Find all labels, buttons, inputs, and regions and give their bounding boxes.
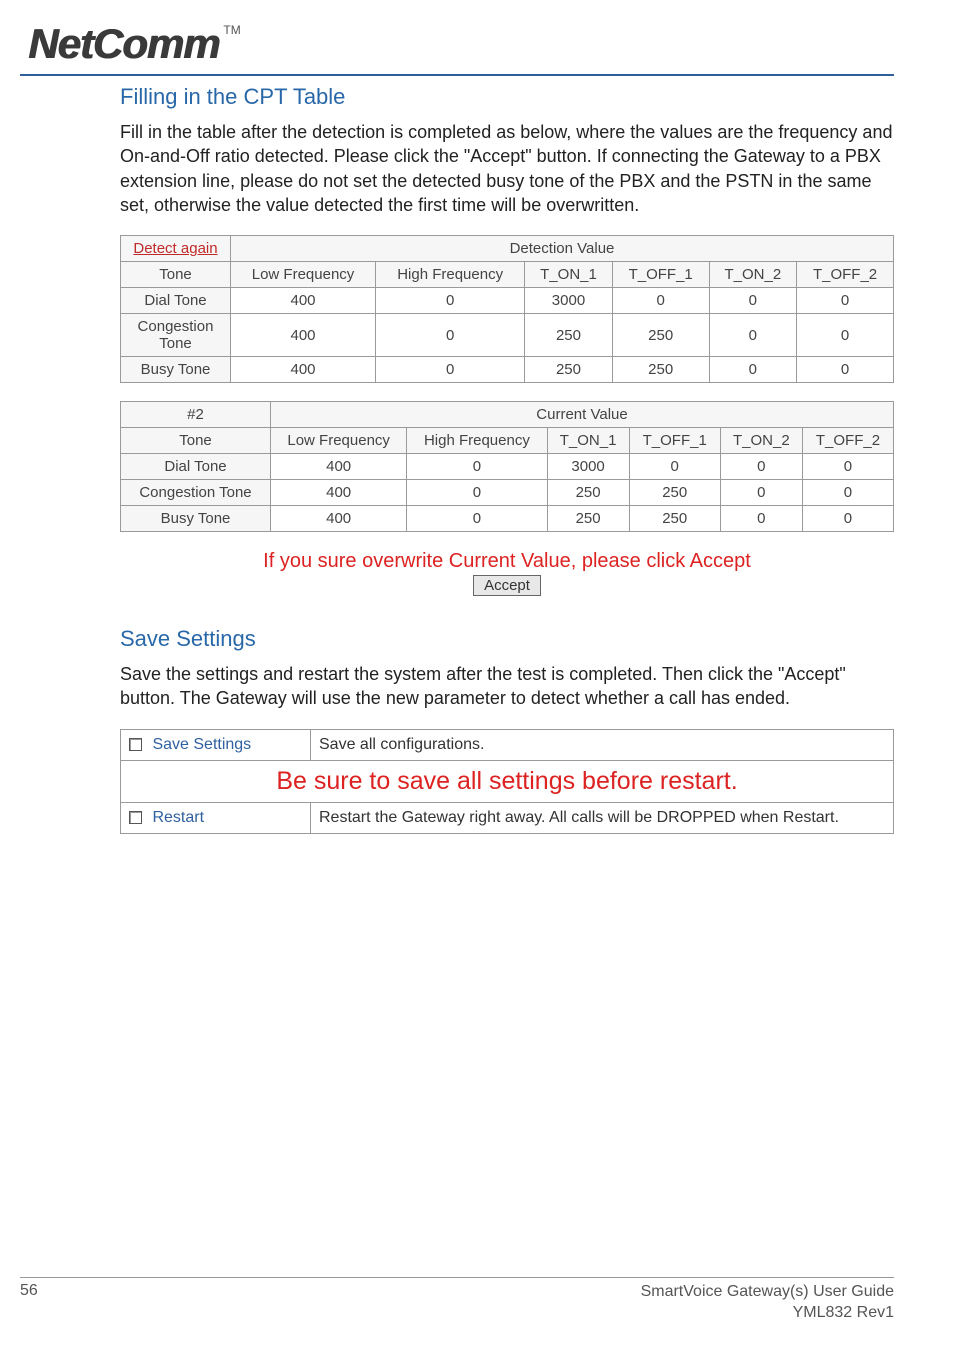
restart-desc: Restart the Gateway right away. All call… xyxy=(311,802,894,833)
overwrite-prompt: If you sure overwrite Current Value, ple… xyxy=(120,550,894,573)
current-value-table: #2 Current Value Tone Low Frequency High… xyxy=(120,401,894,532)
save-settings-checkbox[interactable] xyxy=(129,738,142,751)
footer-rule xyxy=(20,1277,894,1278)
logo-tm: TM xyxy=(223,23,240,37)
accept-button[interactable]: Accept xyxy=(473,575,541,596)
col-ton1: T_ON_1 xyxy=(547,428,629,454)
col-hf: High Frequency xyxy=(376,262,525,288)
index-header: #2 xyxy=(121,402,271,428)
col-toff1: T_OFF_1 xyxy=(629,428,720,454)
section-paragraph-cpt: Fill in the table after the detection is… xyxy=(120,120,894,217)
section-heading-save: Save Settings xyxy=(120,626,894,652)
detection-table: Detect again Detection Value Tone Low Fr… xyxy=(120,235,894,383)
detect-again-link[interactable]: Detect again xyxy=(133,240,217,257)
col-toff2: T_OFF_2 xyxy=(797,262,894,288)
col-ton2: T_ON_2 xyxy=(709,262,796,288)
col-hf: High Frequency xyxy=(407,428,547,454)
col-lf: Low Frequency xyxy=(271,428,407,454)
save-warning: Be sure to save all settings before rest… xyxy=(121,760,894,802)
col-lf: Low Frequency xyxy=(231,262,376,288)
table-row: Dial Tone 400 0 3000 0 0 0 xyxy=(121,288,894,314)
table-row: Congestion Tone 400 0 250 250 0 0 xyxy=(121,480,894,506)
header-rule xyxy=(20,74,894,76)
col-toff1: T_OFF_1 xyxy=(612,262,709,288)
save-settings-desc: Save all configurations. xyxy=(311,729,894,760)
col-toff2: T_OFF_2 xyxy=(802,428,893,454)
footer-guide: SmartVoice Gateway(s) User Guide xyxy=(641,1282,894,1303)
save-settings-label: Save Settings xyxy=(152,736,251,753)
restart-label: Restart xyxy=(152,809,204,826)
page-footer: 56 SmartVoice Gateway(s) User Guide YML8… xyxy=(20,1277,894,1324)
logo: NetComm TM xyxy=(20,20,894,68)
section-paragraph-save: Save the settings and restart the system… xyxy=(120,662,894,711)
logo-text: NetComm xyxy=(28,20,219,68)
table-row: Busy Tone 400 0 250 250 0 0 xyxy=(121,506,894,532)
restart-checkbox[interactable] xyxy=(129,811,142,824)
table-row: Busy Tone 400 0 250 250 0 0 xyxy=(121,357,894,383)
col-tone: Tone xyxy=(121,262,231,288)
col-ton1: T_ON_1 xyxy=(525,262,612,288)
section-heading-cpt: Filling in the CPT Table xyxy=(120,84,894,110)
detection-value-header: Detection Value xyxy=(231,236,894,262)
footer-rev: YML832 Rev1 xyxy=(641,1303,894,1324)
table-row: Dial Tone 400 0 3000 0 0 0 xyxy=(121,454,894,480)
col-tone: Tone xyxy=(121,428,271,454)
table-row: Congestion Tone 400 0 250 250 0 0 xyxy=(121,314,894,357)
save-settings-table: Save Settings Save all configurations. B… xyxy=(120,729,894,834)
col-ton2: T_ON_2 xyxy=(720,428,802,454)
current-value-header: Current Value xyxy=(271,402,894,428)
page-number: 56 xyxy=(20,1282,38,1324)
